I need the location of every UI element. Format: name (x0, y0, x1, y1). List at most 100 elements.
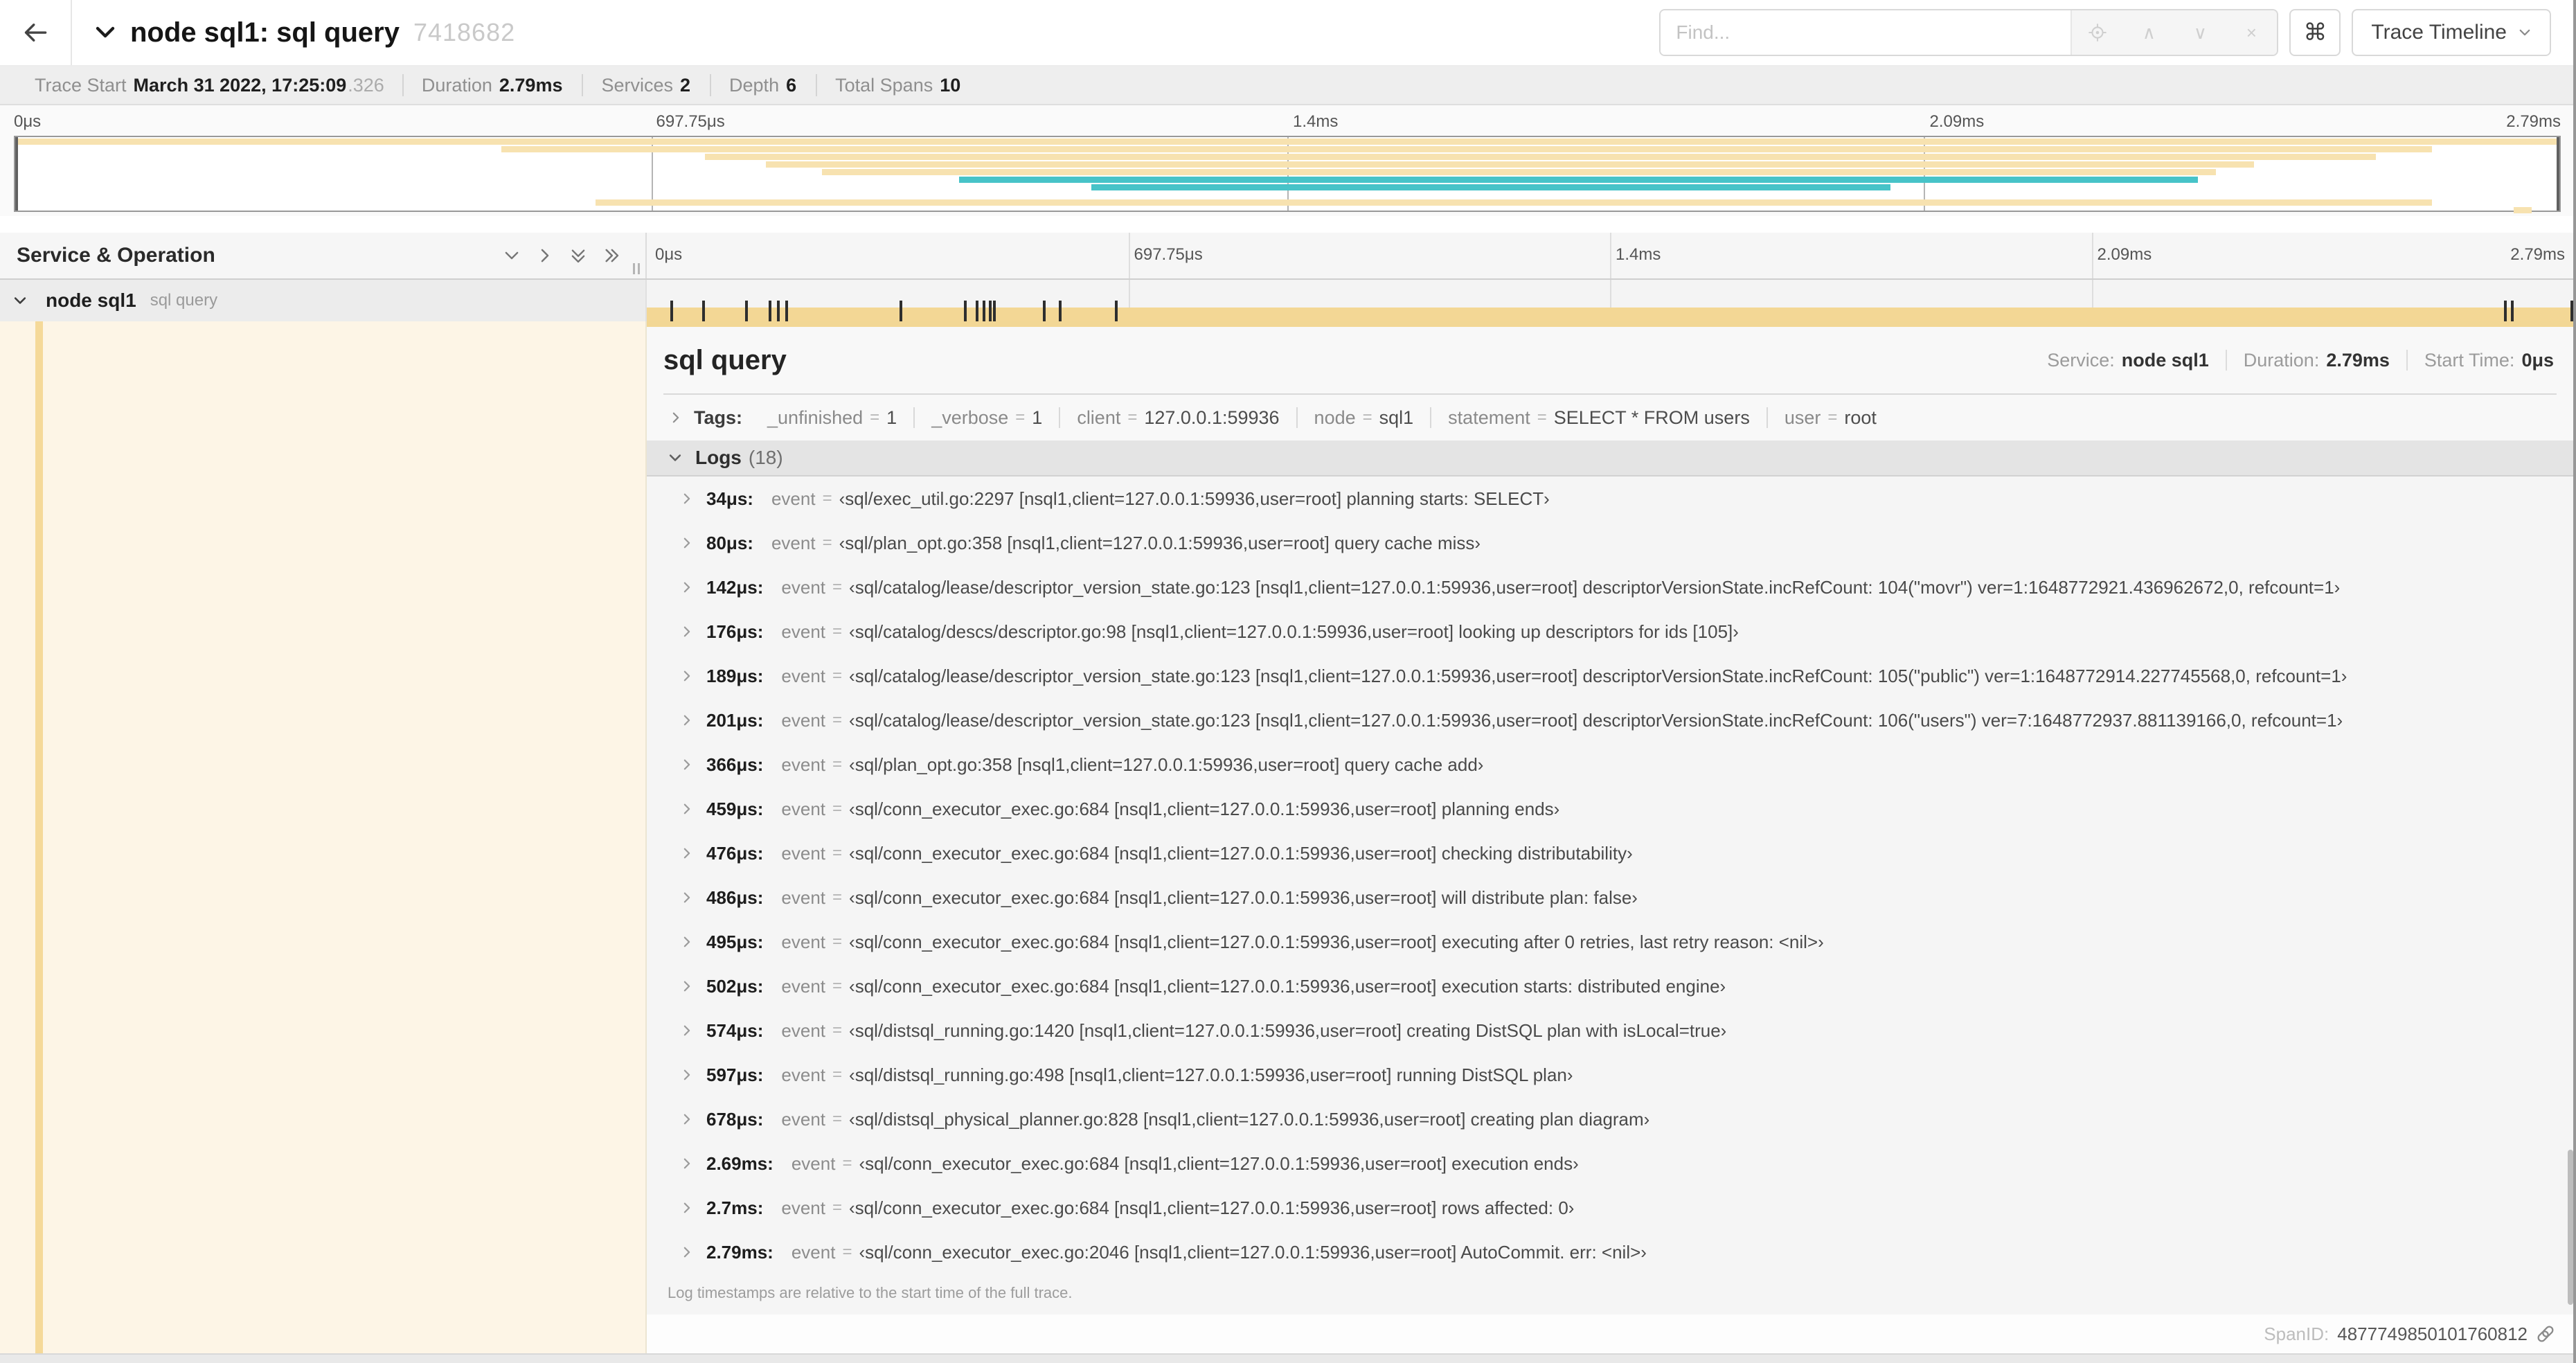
expand-one-level-icon[interactable] (503, 247, 521, 265)
minimap-tick-label: 2.09ms (1929, 112, 1985, 131)
log-row[interactable]: 502μs: event = ‹sql/conn_executor_exec.g… (647, 964, 2573, 1008)
log-row[interactable]: 678μs: event = ‹sql/distsql_physical_pla… (647, 1097, 2573, 1141)
equals-sign: = (822, 489, 832, 508)
log-expand-chevron-icon[interactable] (680, 713, 694, 727)
log-row[interactable]: 34μs: event = ‹sql/exec_util.go:2297 [ns… (647, 476, 2573, 521)
log-expand-chevron-icon[interactable] (680, 580, 694, 594)
log-row[interactable]: 366μs: event = ‹sql/plan_opt.go:358 [nsq… (647, 742, 2573, 787)
minimap-span-bar (2513, 206, 2532, 213)
logs-collapse-chevron-icon[interactable] (668, 450, 683, 465)
minimap-left-handle[interactable] (15, 137, 18, 211)
detail-meta-value: node sql1 (2121, 349, 2209, 371)
locate-icon[interactable] (2072, 10, 2123, 55)
minimap-bars (15, 137, 2559, 213)
find-buttons: ∧ ∨ × (2070, 10, 2278, 55)
span-duration-bar[interactable] (647, 308, 2573, 321)
minimap-canvas[interactable] (14, 136, 2561, 213)
collapse-all-icon[interactable] (602, 247, 620, 265)
scrollbar-thumb[interactable] (2568, 1150, 2573, 1305)
span-collapse-chevron-icon[interactable] (12, 293, 28, 308)
equals-sign: = (832, 932, 843, 951)
log-expand-chevron-icon[interactable] (680, 1024, 694, 1037)
search-input[interactable] (1661, 10, 2071, 55)
tags-expand-chevron-icon[interactable] (669, 411, 683, 425)
log-expand-chevron-icon[interactable] (680, 1245, 694, 1259)
equals-sign: = (832, 622, 843, 641)
log-row[interactable]: 486μs: event = ‹sql/conn_executor_exec.g… (647, 875, 2573, 920)
log-row[interactable]: 2.79ms: event = ‹sql/conn_executor_exec.… (647, 1230, 2573, 1274)
log-row[interactable]: 597μs: event = ‹sql/distsql_running.go:4… (647, 1053, 2573, 1097)
log-row[interactable]: 495μs: event = ‹sql/conn_executor_exec.g… (647, 920, 2573, 964)
link-icon[interactable] (2536, 1324, 2555, 1344)
next-result-icon[interactable]: ∨ (2174, 10, 2226, 55)
log-field-key: event (771, 532, 816, 553)
log-field-value: ‹sql/conn_executor_exec.go:684 [nsql1,cl… (849, 931, 1824, 952)
trace-minimap-section: 0μs 697.75μs 1.4ms 2.09ms 2.79ms (0, 105, 2573, 216)
log-row[interactable]: 476μs: event = ‹sql/conn_executor_exec.g… (647, 831, 2573, 875)
summary-suffix: .326 (348, 74, 384, 96)
log-expand-chevron-icon[interactable] (680, 758, 694, 772)
log-expand-chevron-icon[interactable] (680, 979, 694, 993)
log-expand-chevron-icon[interactable] (680, 1157, 694, 1170)
span-id-row: SpanID: 4877749850101760812 (647, 1315, 2573, 1353)
tag-item: user = root (1766, 407, 1893, 428)
span-row-name-column[interactable]: node sql1 sql query (0, 280, 647, 321)
log-row[interactable]: 142μs: event = ‹sql/catalog/lease/descri… (647, 565, 2573, 609)
log-row[interactable]: 2.69ms: event = ‹sql/conn_executor_exec.… (647, 1141, 2573, 1186)
collapse-one-level-icon[interactable] (536, 247, 554, 265)
detail-meta-label: Start Time: (2424, 349, 2515, 371)
tags-row[interactable]: Tags: _unfinished = 1 _verbose = 1 clien… (647, 395, 2573, 440)
log-row[interactable]: 176μs: event = ‹sql/catalog/descs/descri… (647, 609, 2573, 654)
equals-sign: = (832, 666, 843, 685)
log-field-key: event (781, 931, 826, 952)
log-field-value: ‹sql/plan_opt.go:358 [nsql1,client=127.0… (849, 754, 1484, 775)
summary-label: Total Spans (835, 74, 933, 96)
log-row[interactable]: 459μs: event = ‹sql/conn_executor_exec.g… (647, 787, 2573, 831)
equals-sign: = (1537, 408, 1547, 427)
tags-label: Tags: (694, 407, 743, 428)
log-field-value: ‹sql/distsql_running.go:498 [nsql1,clien… (849, 1064, 1573, 1085)
log-row[interactable]: 574μs: event = ‹sql/distsql_running.go:1… (647, 1008, 2573, 1053)
log-field-key: event (781, 1197, 825, 1218)
indent-guide-stripe (35, 321, 43, 1353)
log-expand-chevron-icon[interactable] (680, 891, 694, 905)
view-selector-button[interactable]: Trace Timeline (2352, 9, 2551, 56)
log-row[interactable]: 201μs: event = ‹sql/catalog/lease/descri… (647, 698, 2573, 742)
log-timestamp: 366μs: (706, 754, 764, 775)
span-detail-header: sql query Service: node sql1 Duration: 2… (663, 327, 2557, 395)
column-resizer[interactable] (633, 263, 640, 274)
span-row[interactable]: node sql1 sql query (0, 280, 2573, 327)
log-field-value: ‹sql/conn_executor_exec.go:684 [nsql1,cl… (849, 1197, 1575, 1218)
clear-search-icon[interactable]: × (2226, 10, 2277, 55)
log-expand-chevron-icon[interactable] (680, 669, 694, 683)
arrow-left-icon (23, 20, 48, 45)
log-expand-chevron-icon[interactable] (680, 846, 694, 860)
minimap-right-handle[interactable] (2557, 137, 2559, 211)
log-row[interactable]: 80μs: event = ‹sql/plan_opt.go:358 [nsql… (647, 521, 2573, 565)
log-expand-chevron-icon[interactable] (680, 1201, 694, 1215)
log-expand-chevron-icon[interactable] (680, 492, 694, 506)
log-expand-chevron-icon[interactable] (680, 536, 694, 550)
log-expand-chevron-icon[interactable] (680, 1068, 694, 1082)
log-expand-chevron-icon[interactable] (680, 1112, 694, 1126)
span-row-track[interactable] (647, 280, 2573, 327)
log-expand-chevron-icon[interactable] (680, 625, 694, 639)
log-field-key: event (781, 1019, 826, 1041)
trace-collapse-chevron-icon[interactable] (94, 21, 116, 44)
logs-header[interactable]: Logs (18) (647, 440, 2573, 476)
log-field-value: ‹sql/catalog/lease/descriptor_version_st… (849, 665, 2347, 686)
back-button[interactable] (0, 0, 72, 65)
equals-sign: = (832, 799, 843, 818)
detail-column: sql query Service: node sql1 Duration: 2… (647, 321, 2573, 1353)
expand-all-icon[interactable] (569, 247, 587, 265)
log-row[interactable]: 189μs: event = ‹sql/catalog/lease/descri… (647, 654, 2573, 698)
log-timestamp: 678μs: (706, 1108, 764, 1130)
log-expand-chevron-icon[interactable] (680, 935, 694, 949)
keyboard-shortcuts-button[interactable]: ⌘ (2289, 9, 2341, 56)
span-id-value: 4877749850101760812 (2337, 1323, 2528, 1344)
log-field-key: event (791, 1152, 836, 1174)
nav-actions: ∧ ∨ × ⌘ Trace Timeline (1659, 9, 2573, 56)
log-row[interactable]: 2.7ms: event = ‹sql/conn_executor_exec.g… (647, 1186, 2573, 1230)
log-expand-chevron-icon[interactable] (680, 802, 694, 816)
prev-result-icon[interactable]: ∧ (2123, 10, 2174, 55)
